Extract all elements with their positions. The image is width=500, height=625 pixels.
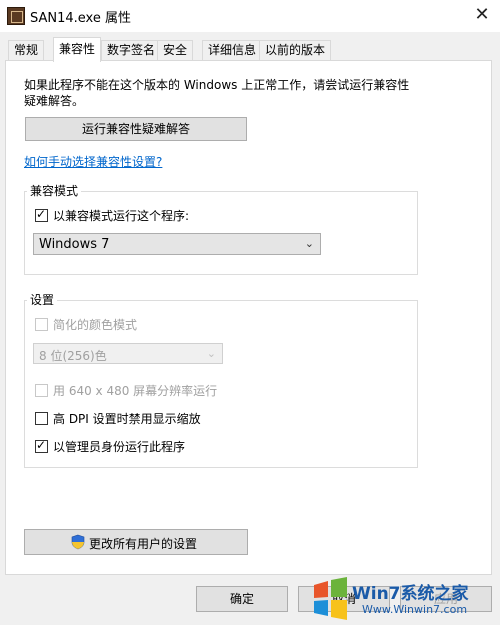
close-icon[interactable]: ✕ <box>470 4 494 28</box>
reduced-color-checkbox[interactable] <box>35 318 48 331</box>
reduced-color-label: 简化的颜色模式 <box>53 318 138 332</box>
tab-security[interactable]: 安全 <box>157 40 194 61</box>
tab-previous-versions[interactable]: 以前的版本 <box>259 40 332 61</box>
color-depth-value: 8 位(256)色 <box>39 349 107 363</box>
run-as-admin-checkbox[interactable] <box>35 438 48 453</box>
watermark-brand: Win7系统之家 <box>352 584 469 604</box>
res-640-checkbox[interactable] <box>35 384 48 397</box>
high-dpi-checkbox[interactable] <box>35 412 48 425</box>
app-icon <box>7 7 25 25</box>
run-troubleshooter-button[interactable]: 运行兼容性疑难解答 <box>25 117 247 141</box>
intro-line-2: 疑难解答。 <box>24 94 85 108</box>
window-title: SAN14.exe 属性 <box>30 11 131 26</box>
tab-general[interactable]: 常规 <box>8 40 45 61</box>
tab-compatibility[interactable]: 兼容性 <box>53 37 102 62</box>
change-all-users-label: 更改所有用户的设置 <box>89 537 198 551</box>
compat-mode-checkbox[interactable] <box>35 207 48 222</box>
high-dpi-label: 高 DPI 设置时禁用显示缩放 <box>53 412 201 426</box>
watermark-url: Www.Winwin7.com <box>362 603 468 616</box>
change-all-users-button[interactable]: 更改所有用户的设置 <box>24 529 248 555</box>
tab-digital-signature[interactable]: 数字签名 <box>101 40 162 61</box>
windows-logo-icon <box>314 577 347 620</box>
tab-details[interactable]: 详细信息 <box>202 40 263 61</box>
compat-mode-checkbox-label: 以兼容模式运行这个程序: <box>53 209 190 223</box>
uac-shield-icon <box>71 534 85 550</box>
compat-mode-group-label: 兼容模式 <box>27 182 82 199</box>
chevron-down-icon: ⌄ <box>206 347 216 360</box>
run-as-admin-label: 以管理员身份运行此程序 <box>53 440 186 454</box>
os-select-value: Windows 7 <box>39 237 110 252</box>
settings-group-label: 设置 <box>27 291 58 308</box>
res-640-label: 用 640 x 480 屏幕分辨率运行 <box>53 384 218 398</box>
ok-button[interactable]: 确定 <box>196 586 288 612</box>
intro-line-1: 如果此程序不能在这个版本的 Windows 上正常工作，请尝试运行兼容性 <box>24 78 410 92</box>
color-depth-select[interactable]: 8 位(256)色 ⌄ <box>33 343 223 364</box>
os-select[interactable]: Windows 7 ⌄ <box>33 233 321 255</box>
manual-compat-link[interactable]: 如何手动选择兼容性设置? <box>24 153 162 170</box>
chevron-down-icon: ⌄ <box>304 237 314 250</box>
